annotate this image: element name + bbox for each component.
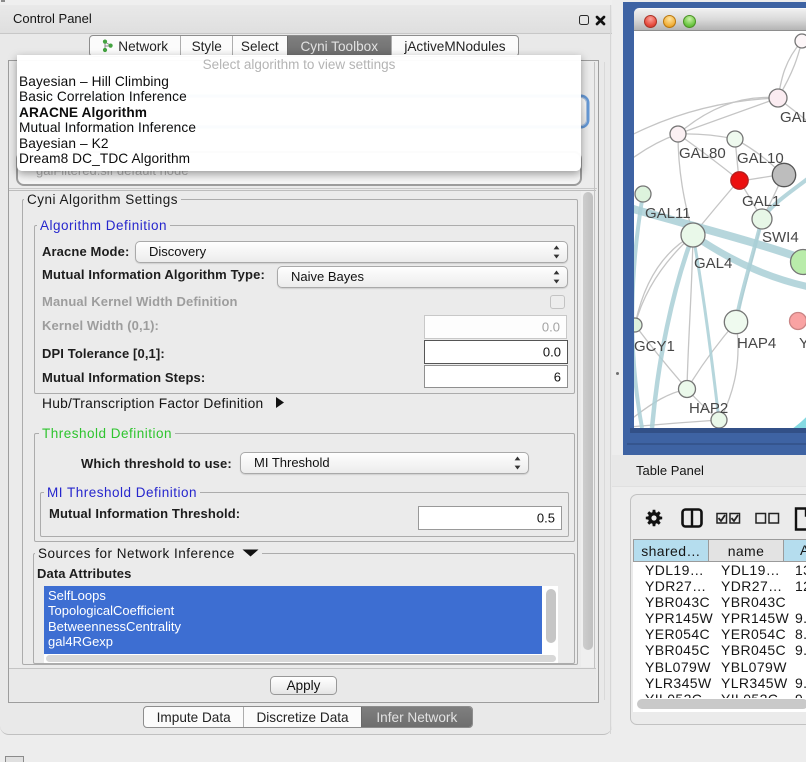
svg-text:GAL80: GAL80 [679, 145, 726, 162]
svg-text:GAL10: GAL10 [737, 150, 784, 167]
svg-text:SWI4: SWI4 [762, 229, 799, 246]
svg-text:GAL4: GAL4 [694, 255, 732, 272]
svg-text:GCY1: GCY1 [634, 338, 675, 355]
svg-text:GAL11: GAL11 [645, 205, 691, 222]
svg-text:HAP2: HAP2 [689, 400, 728, 417]
svg-text:Y: Y [799, 335, 806, 352]
svg-text:GAL1: GAL1 [742, 193, 780, 210]
svg-text:HAP4: HAP4 [737, 335, 776, 352]
svg-text:GAL7: GAL7 [780, 109, 806, 126]
